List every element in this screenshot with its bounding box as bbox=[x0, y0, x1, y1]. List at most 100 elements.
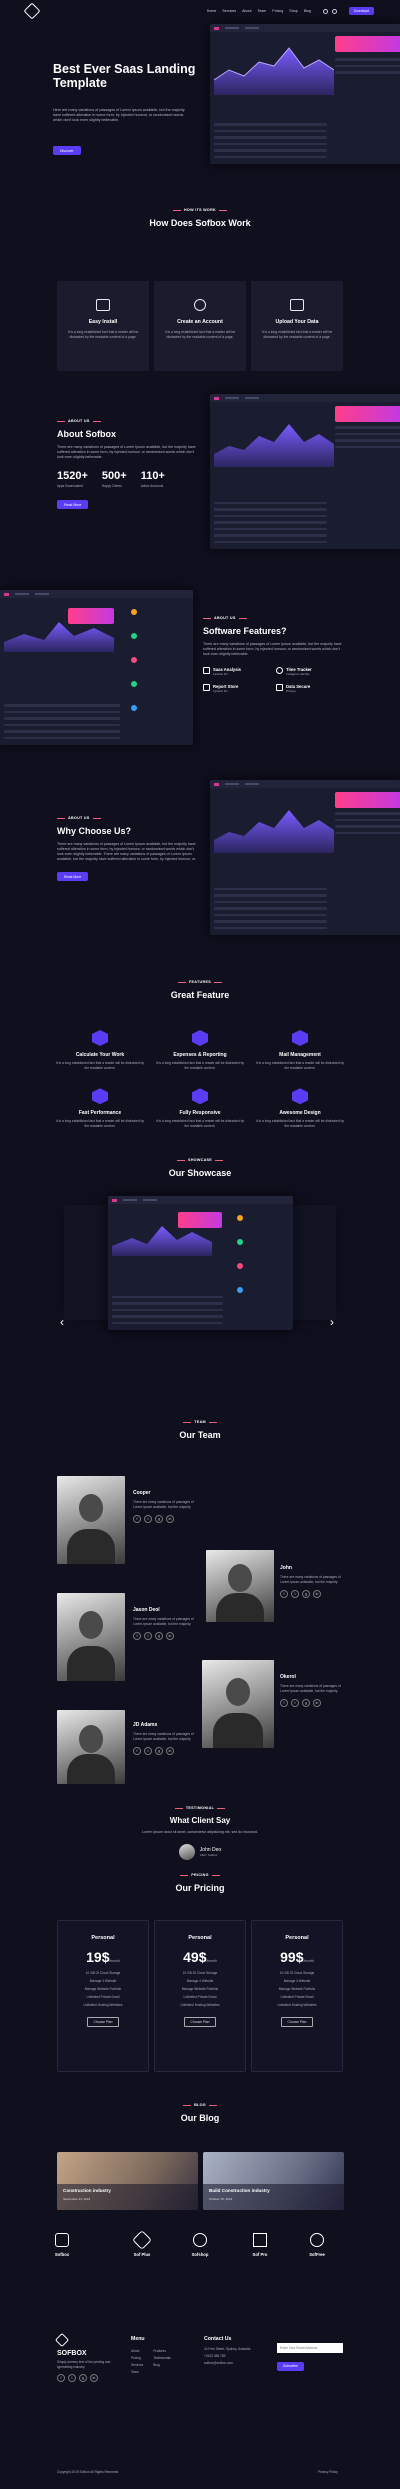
choose-plan-button[interactable]: Choose Plan bbox=[183, 2017, 217, 2027]
logo-icon[interactable] bbox=[23, 2, 41, 20]
facebook-icon[interactable]: f bbox=[133, 1632, 141, 1641]
download-button[interactable]: Download bbox=[348, 7, 374, 15]
linkedin-icon[interactable]: in bbox=[313, 1590, 321, 1599]
facebook-icon[interactable]: f bbox=[57, 2374, 65, 2382]
software-dashboard-image bbox=[0, 590, 193, 745]
showcase-header: SHOWCASE Our Showcase bbox=[0, 1158, 400, 1178]
facebook-icon[interactable]: f bbox=[133, 1515, 141, 1524]
team-member-jd: JD Adams There are many variations of pa… bbox=[133, 1722, 203, 1756]
footer-link[interactable]: Testimonials bbox=[153, 2356, 171, 2360]
feature-text: It is a long established fact that a rea… bbox=[55, 1119, 145, 1128]
twitter-icon[interactable]: t bbox=[68, 2374, 76, 2382]
team-member-cooper: Cooper There are many variations of pass… bbox=[133, 1490, 203, 1524]
hero-discover-button[interactable]: Discover bbox=[53, 146, 81, 155]
nav-links: Home Services About Team Pricing Shop Bl… bbox=[207, 7, 374, 15]
brand-soffree: SofFree bbox=[292, 2233, 342, 2257]
about-stats: 1520+ Apps Downloaded 500+ Happy Clients 1… bbox=[57, 470, 197, 488]
footer-link[interactable]: Services bbox=[131, 2363, 143, 2367]
footer-link[interactable]: Features bbox=[153, 2349, 171, 2353]
feature-title: Calculate Your Work bbox=[75, 1052, 125, 1058]
linkedin-icon[interactable]: in bbox=[166, 1632, 174, 1641]
facebook-icon[interactable]: f bbox=[133, 1747, 141, 1756]
blog-post[interactable]: Construction industry September 24, 2019 bbox=[57, 2152, 198, 2210]
price-card-premium: Personal 99$/month 10 GB Of Cloud Storag… bbox=[251, 1920, 343, 2072]
facebook-icon[interactable]: f bbox=[280, 1699, 288, 1708]
feature-item: Expenses & Reporting It is a long establi… bbox=[155, 1030, 245, 1070]
avatar bbox=[178, 1844, 195, 1860]
footer-address: 24 Feet Street, Sydney, Australia bbox=[204, 2347, 251, 2351]
footer-menu-title: Menu bbox=[131, 2336, 145, 2342]
linkedin-icon[interactable]: in bbox=[166, 1515, 174, 1524]
google-icon[interactable]: g bbox=[155, 1632, 163, 1641]
nav-pricing[interactable]: Pricing bbox=[272, 9, 283, 13]
subscribe-button[interactable]: Subscribe bbox=[277, 2361, 305, 2371]
pricing-eyebrow: PRICING bbox=[0, 1873, 400, 1877]
team-text: There are many variations of passages of… bbox=[133, 1617, 194, 1626]
about-read-more-button[interactable]: Read More bbox=[57, 500, 89, 509]
facebook-icon[interactable]: f bbox=[280, 1590, 288, 1599]
showcase-next-arrow[interactable]: › bbox=[330, 1315, 334, 1329]
nav-services[interactable]: Services bbox=[222, 9, 236, 13]
showcase-prev-arrow[interactable]: ‹ bbox=[60, 1315, 64, 1329]
footer-link[interactable]: About bbox=[131, 2349, 143, 2353]
nav-home[interactable]: Home bbox=[207, 9, 217, 13]
how-eyebrow: HOW ITS WORK bbox=[0, 208, 400, 212]
showcase-dashboard-image bbox=[108, 1196, 293, 1330]
choose-plan-button[interactable]: Choose Plan bbox=[280, 2017, 314, 2027]
plan-name: Personal bbox=[91, 1935, 115, 1941]
brand-sofpro: Sof Pro bbox=[235, 2233, 285, 2257]
nav-team[interactable]: Team bbox=[258, 9, 267, 13]
footer-link[interactable]: Blog bbox=[153, 2363, 171, 2367]
twitter-icon[interactable]: t bbox=[291, 1699, 299, 1708]
how-card-title: Upload Your Data bbox=[275, 319, 319, 325]
google-icon[interactable]: g bbox=[79, 2374, 87, 2382]
nav-blog[interactable]: Blog bbox=[304, 9, 311, 13]
brand-logo-icon bbox=[55, 2233, 69, 2247]
google-icon[interactable]: g bbox=[155, 1515, 163, 1524]
twitter-icon[interactable]: t bbox=[144, 1632, 152, 1641]
blog-post-title[interactable]: Construction industry bbox=[63, 2188, 192, 2193]
blog-eyebrow: BLOG bbox=[0, 2103, 400, 2107]
twitter-icon[interactable]: t bbox=[291, 1590, 299, 1599]
nav-shop[interactable]: Shop bbox=[289, 9, 297, 13]
google-icon[interactable]: g bbox=[155, 1747, 163, 1756]
cart-icon[interactable] bbox=[322, 8, 328, 14]
brand-name: Sofshop bbox=[191, 2252, 209, 2257]
team-name: John bbox=[280, 1565, 292, 1571]
blog-post[interactable]: Build Construction industry October 15, … bbox=[203, 2152, 344, 2210]
team-name: Okerol bbox=[280, 1674, 296, 1680]
footer-link[interactable]: Team bbox=[131, 2370, 143, 2374]
feature-text: It is a long established fact that a rea… bbox=[255, 1061, 345, 1070]
twitter-icon[interactable]: t bbox=[144, 1747, 152, 1756]
choose-plan-button[interactable]: Choose Plan bbox=[86, 2017, 120, 2027]
plan-feature: Unlimited Private Email bbox=[280, 1995, 314, 1999]
plan-period: /month bbox=[303, 1959, 314, 1963]
newsletter-email-input[interactable] bbox=[277, 2343, 343, 2353]
software-text: There are many variations of passages of… bbox=[203, 642, 342, 656]
about-dashboard-image bbox=[210, 394, 400, 549]
google-icon[interactable]: g bbox=[302, 1590, 310, 1599]
why-dashboard-image bbox=[210, 780, 400, 935]
brand-sofbox: Sofbox bbox=[37, 2233, 87, 2257]
blog-post-title[interactable]: Build Construction industry bbox=[209, 2188, 338, 2193]
brand-logo-icon bbox=[310, 2233, 324, 2247]
google-icon[interactable]: g bbox=[302, 1699, 310, 1708]
search-icon[interactable] bbox=[331, 8, 337, 14]
team-photo-cooper bbox=[57, 1476, 125, 1564]
linkedin-icon[interactable]: in bbox=[313, 1699, 321, 1708]
why-read-more-button[interactable]: Read More bbox=[57, 872, 89, 881]
nav-about[interactable]: About bbox=[242, 9, 251, 13]
why-text: There are many variations of passages of… bbox=[57, 842, 197, 861]
twitter-icon[interactable]: t bbox=[144, 1515, 152, 1524]
feature-text: It is a long established fact that a rea… bbox=[155, 1061, 245, 1070]
plan-feature: Unlimited Hosting Websites bbox=[180, 2003, 220, 2007]
software-item-sub: Instagram identity bbox=[286, 672, 310, 676]
software-item-sub: Lipstick Fix bbox=[213, 672, 228, 676]
footer-link[interactable]: Pricing bbox=[131, 2356, 143, 2360]
blog-header: BLOG Our Blog bbox=[0, 2103, 400, 2123]
blog-title: Our Blog bbox=[180, 2113, 220, 2123]
linkedin-icon[interactable]: in bbox=[90, 2374, 98, 2382]
footer-privacy[interactable]: Privacy Policy bbox=[318, 2470, 338, 2474]
footer-copyright: Copyright 2019 Sofbox All Rights Reserve… bbox=[57, 2470, 120, 2474]
linkedin-icon[interactable]: in bbox=[166, 1747, 174, 1756]
